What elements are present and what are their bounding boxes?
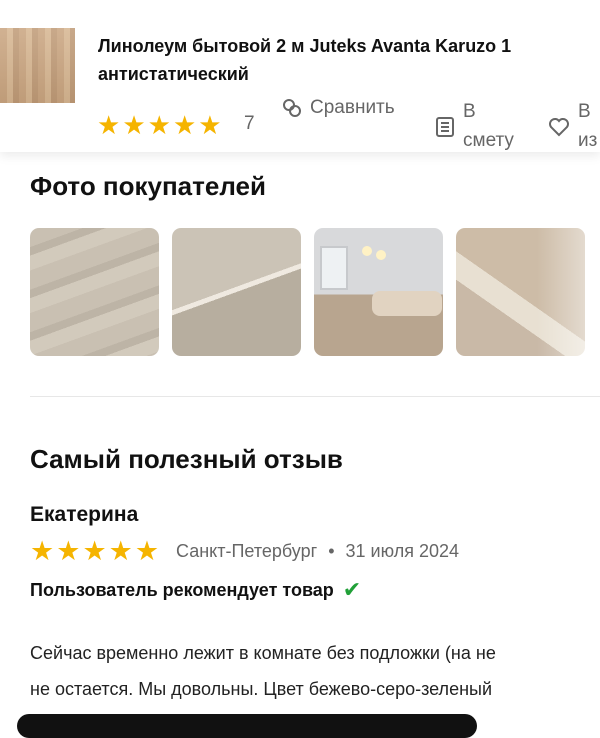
review-date: 31 июля 2024 bbox=[345, 541, 459, 561]
most-helpful-review-title: Самый полезный отзыв bbox=[30, 444, 343, 474]
compare-button[interactable]: Сравнить bbox=[281, 97, 395, 119]
star-icon: ★ bbox=[30, 536, 55, 566]
review-location: Санкт-Петербург bbox=[176, 541, 318, 561]
favorites-label: В из bbox=[578, 97, 600, 155]
product-title-line-2: антистатический bbox=[98, 64, 249, 84]
photo-highlight bbox=[537, 228, 585, 356]
room-window bbox=[320, 246, 348, 290]
sofa bbox=[372, 291, 442, 316]
star-icon: ★ bbox=[198, 110, 222, 140]
estimate-label-line-2: смету bbox=[463, 130, 514, 151]
heart-icon bbox=[548, 117, 570, 137]
customer-photo-2[interactable] bbox=[172, 228, 301, 356]
rating-count[interactable]: 7 bbox=[244, 113, 255, 135]
customer-photo-3[interactable] bbox=[314, 228, 443, 356]
estimate-label-line-1: В bbox=[463, 101, 476, 122]
star-icon: ★ bbox=[134, 536, 160, 566]
review-rating-stars: ★ ★ ★ ★ ★ bbox=[30, 536, 160, 566]
favorites-label-line-2: из bbox=[578, 130, 598, 151]
recommendation-badge: Пользователь рекомендует товар ✔ bbox=[30, 579, 361, 601]
product-rating-stars[interactable]: ★ ★ ★ ★ ★ bbox=[97, 112, 222, 138]
review-text: Сейчас временно лежит в комнате без подл… bbox=[30, 635, 600, 707]
bottom-action-bar[interactable] bbox=[17, 714, 477, 738]
star-icon: ★ bbox=[108, 536, 133, 566]
star-icon: ★ bbox=[172, 110, 197, 140]
star-icon: ★ bbox=[147, 110, 171, 140]
review-meta: Санкт-Петербург • 31 июля 2024 bbox=[176, 541, 459, 562]
review-author: Екатерина bbox=[30, 503, 139, 526]
compare-label: Сравнить bbox=[310, 97, 395, 118]
product-thumbnail[interactable] bbox=[0, 28, 75, 103]
star-icon: ★ bbox=[122, 110, 146, 140]
review-text-line-1: Сейчас временно лежит в комнате без подл… bbox=[30, 643, 496, 663]
recommendation-text: Пользователь рекомендует товар bbox=[30, 579, 334, 600]
estimate-label: В смету bbox=[463, 97, 543, 155]
customer-photo-1[interactable] bbox=[30, 228, 159, 356]
product-title[interactable]: Линолеум бытовой 2 м Juteks Avanta Karuz… bbox=[98, 32, 598, 88]
customer-photos-title: Фото покупателей bbox=[30, 171, 266, 201]
review-text-line-2: не остается. Мы довольны. Цвет бежево-се… bbox=[30, 679, 493, 699]
customer-photos-row bbox=[30, 228, 585, 356]
meta-separator: • bbox=[328, 541, 335, 561]
star-icon: ★ bbox=[82, 536, 107, 566]
ceiling-lamp bbox=[362, 246, 372, 256]
product-header: Линолеум бытовой 2 м Juteks Avanta Karuz… bbox=[0, 0, 600, 152]
check-icon: ✔ bbox=[342, 577, 362, 602]
product-title-line-1: Линолеум бытовой 2 м Juteks Avanta Karuz… bbox=[98, 36, 512, 56]
favorites-label-line-1: В bbox=[578, 101, 591, 122]
star-icon: ★ bbox=[56, 536, 81, 566]
compare-icon bbox=[281, 97, 303, 119]
section-divider bbox=[30, 396, 600, 397]
star-icon: ★ bbox=[97, 110, 121, 140]
customer-photo-4[interactable] bbox=[456, 228, 585, 356]
estimate-list-icon bbox=[436, 117, 454, 137]
